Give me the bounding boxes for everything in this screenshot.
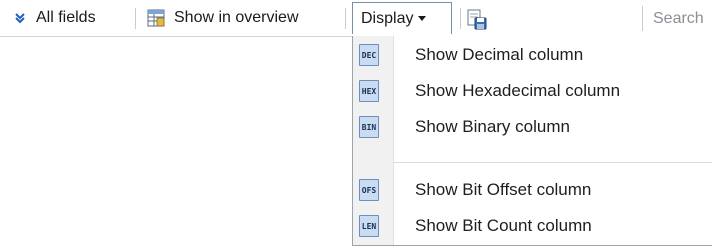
save-disk-icon[interactable] (466, 8, 488, 30)
menu-item-label: Show Decimal column (415, 45, 584, 64)
show-in-overview-button[interactable]: Show in overview (146, 0, 299, 36)
all-fields-button[interactable]: All fields (12, 0, 96, 36)
dropdown-arrow-icon (418, 16, 427, 21)
search-placeholder: Search (653, 9, 704, 27)
show-in-overview-label: Show in overview (174, 9, 299, 26)
menu-item-show-bit-offset[interactable]: OFS Show Bit Offset column (353, 172, 712, 208)
menu-item-label: Show Bit Count column (415, 216, 592, 235)
menu-item-show-bit-count[interactable]: LEN Show Bit Count column (353, 208, 712, 244)
toolbar-separator (135, 8, 136, 29)
menu-item-label: Show Bit Offset column (415, 180, 592, 199)
menu-separator (393, 162, 712, 163)
menu-item-show-hexadecimal[interactable]: HEX Show Hexadecimal column (353, 73, 712, 109)
bit-offset-badge-icon: OFS (359, 179, 379, 201)
menu-item-show-decimal[interactable]: DEC Show Decimal column (353, 37, 712, 73)
toolbar-separator (345, 8, 346, 29)
menu-item-show-binary[interactable]: BIN Show Binary column (353, 109, 712, 145)
toolbar-separator (460, 8, 461, 29)
bit-count-badge-icon: LEN (359, 215, 379, 237)
overview-grid-icon (146, 8, 166, 28)
all-fields-label: All fields (36, 9, 96, 26)
decimal-badge-icon: DEC (359, 44, 379, 66)
display-dropdown-menu: DEC Show Decimal column HEX Show Hexadec… (352, 36, 712, 246)
display-dropdown-button[interactable]: Display (352, 2, 487, 34)
toolbar: All fields Show in overview Display Sear… (0, 0, 712, 37)
binary-badge-icon: BIN (359, 116, 379, 138)
hexadecimal-badge-icon: HEX (359, 80, 379, 102)
menu-item-label: Show Binary column (415, 117, 570, 136)
menu-item-label: Show Hexadecimal column (415, 81, 621, 100)
display-label: Display (361, 9, 414, 27)
double-chevron-down-icon (12, 12, 28, 24)
search-input[interactable]: Search (642, 6, 712, 31)
